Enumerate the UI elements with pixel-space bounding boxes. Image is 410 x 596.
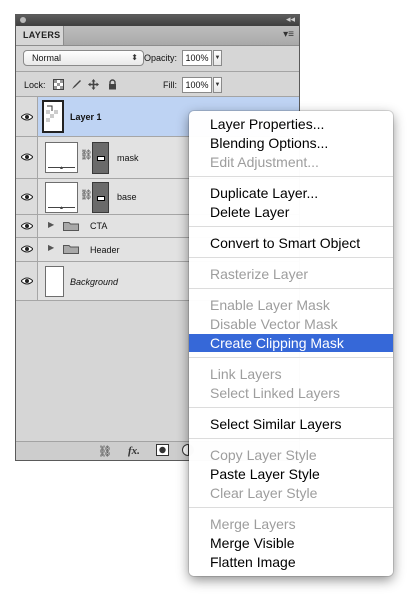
blend-opacity-row: Normal ⬍ Opacity: 100% ▼	[16, 47, 299, 69]
layer-mask-thumbnail[interactable]	[92, 142, 109, 174]
menu-item-delete-layer[interactable]: Delete Layer	[189, 203, 393, 221]
menu-item-enable-layer-mask: Enable Layer Mask	[210, 297, 330, 313]
close-icon[interactable]	[20, 17, 26, 23]
fill-label: Fill:	[163, 80, 177, 90]
menu-separator	[189, 357, 393, 358]
divider	[16, 71, 299, 72]
fx-icon[interactable]: fx.	[128, 445, 140, 457]
menu-separator	[189, 407, 393, 408]
visibility-column	[16, 238, 38, 261]
blend-mode-value: Normal	[32, 53, 62, 63]
menu-item-convert-to-smart-object[interactable]: Convert to Smart Object	[189, 234, 393, 252]
eye-icon[interactable]	[21, 193, 33, 201]
menu-item-duplicate-layer[interactable]: Duplicate Layer...	[189, 184, 393, 202]
eye-icon[interactable]	[21, 153, 33, 161]
folder-icon	[63, 245, 79, 254]
blend-mode-select[interactable]: Normal ⬍	[23, 50, 144, 66]
menu-separator	[189, 257, 393, 258]
layer-context-menu: Layer Properties... Blending Options... …	[189, 111, 393, 576]
expand-triangle-icon[interactable]: ▶	[48, 220, 54, 229]
expand-triangle-icon[interactable]: ▶	[48, 243, 54, 252]
collapse-icon[interactable]: ◂◂	[286, 14, 295, 25]
menu-item-select-linked-layers: Select Linked Layers	[210, 385, 340, 401]
link-chain-icon[interactable]: ⛓	[80, 150, 93, 161]
lock-position-icon[interactable]	[88, 79, 99, 90]
link-layers-icon[interactable]: ⛓	[98, 445, 112, 458]
eye-icon[interactable]	[21, 222, 33, 230]
menu-item-rasterize-layer: Rasterize Layer	[210, 266, 309, 282]
layer-thumbnail: ▲	[45, 182, 78, 213]
lock-image-pixels-icon[interactable]	[71, 79, 82, 90]
eye-icon[interactable]	[21, 113, 33, 121]
layer-thumbnail: ▲	[45, 142, 78, 173]
menu-item-copy-layer-style: Copy Layer Style	[210, 447, 317, 463]
visibility-column	[16, 137, 38, 178]
layer-thumbnail	[45, 266, 64, 297]
visibility-column	[16, 262, 38, 300]
link-chain-icon[interactable]: ⛓	[80, 190, 93, 201]
layer-name: Layer 1	[70, 112, 102, 122]
tab-layers[interactable]: LAYERS	[16, 26, 64, 45]
menu-item-blending-options[interactable]: Blending Options...	[189, 134, 393, 152]
layer-thumbnail	[42, 100, 64, 133]
layer-name: mask	[117, 153, 139, 163]
add-mask-icon[interactable]	[156, 444, 169, 459]
transparency-checker-icon	[44, 102, 62, 131]
menu-separator	[189, 288, 393, 289]
opacity-label: Opacity:	[144, 53, 178, 63]
menu-item-edit-adjustment: Edit Adjustment...	[210, 154, 319, 170]
opacity-dropdown-icon[interactable]: ▼	[213, 50, 222, 66]
lock-all-icon[interactable]	[107, 79, 118, 90]
fill-field[interactable]: 100%	[182, 77, 212, 93]
eye-icon[interactable]	[21, 245, 33, 253]
layer-name: Header	[90, 245, 120, 255]
menu-separator	[189, 507, 393, 508]
menu-separator	[189, 176, 393, 177]
layer-name: Background	[70, 277, 119, 287]
opacity-field[interactable]: 100%	[182, 50, 212, 66]
eye-icon[interactable]	[21, 277, 33, 285]
layer-name: CTA	[90, 221, 108, 231]
menu-item-select-similar-layers[interactable]: Select Similar Layers	[189, 415, 393, 433]
fill-dropdown-icon[interactable]: ▼	[213, 77, 222, 93]
layer-name: base	[117, 192, 137, 202]
layer-mask-thumbnail[interactable]	[92, 182, 109, 213]
updown-arrows-icon: ⬍	[131, 53, 138, 62]
menu-item-merge-layers: Merge Layers	[210, 516, 296, 532]
lock-label: Lock:	[24, 80, 46, 90]
menu-separator	[189, 438, 393, 439]
lock-fill-row: Lock: Fill: 100% ▼	[16, 76, 299, 94]
panel-titlebar[interactable]: ◂◂	[16, 14, 299, 26]
visibility-column	[16, 215, 38, 237]
folder-icon	[63, 222, 79, 231]
panel-menu-icon[interactable]: ▾≡	[283, 29, 294, 41]
menu-item-merge-visible[interactable]: Merge Visible	[189, 534, 393, 552]
visibility-column	[16, 97, 38, 136]
menu-separator	[189, 226, 393, 227]
visibility-column	[16, 179, 38, 214]
menu-item-paste-layer-style[interactable]: Paste Layer Style	[189, 465, 393, 483]
lock-transparent-pixels-icon[interactable]	[53, 79, 64, 90]
menu-item-clear-layer-style: Clear Layer Style	[210, 485, 318, 501]
menu-item-link-layers: Link Layers	[210, 366, 282, 382]
menu-item-create-clipping-mask[interactable]: Create Clipping Mask	[189, 334, 393, 352]
menu-item-disable-vector-mask: Disable Vector Mask	[210, 316, 338, 332]
menu-item-flatten-image[interactable]: Flatten Image	[189, 553, 393, 571]
panel-tab-row: LAYERS ▾≡	[16, 26, 299, 46]
menu-item-layer-properties[interactable]: Layer Properties...	[189, 115, 393, 133]
